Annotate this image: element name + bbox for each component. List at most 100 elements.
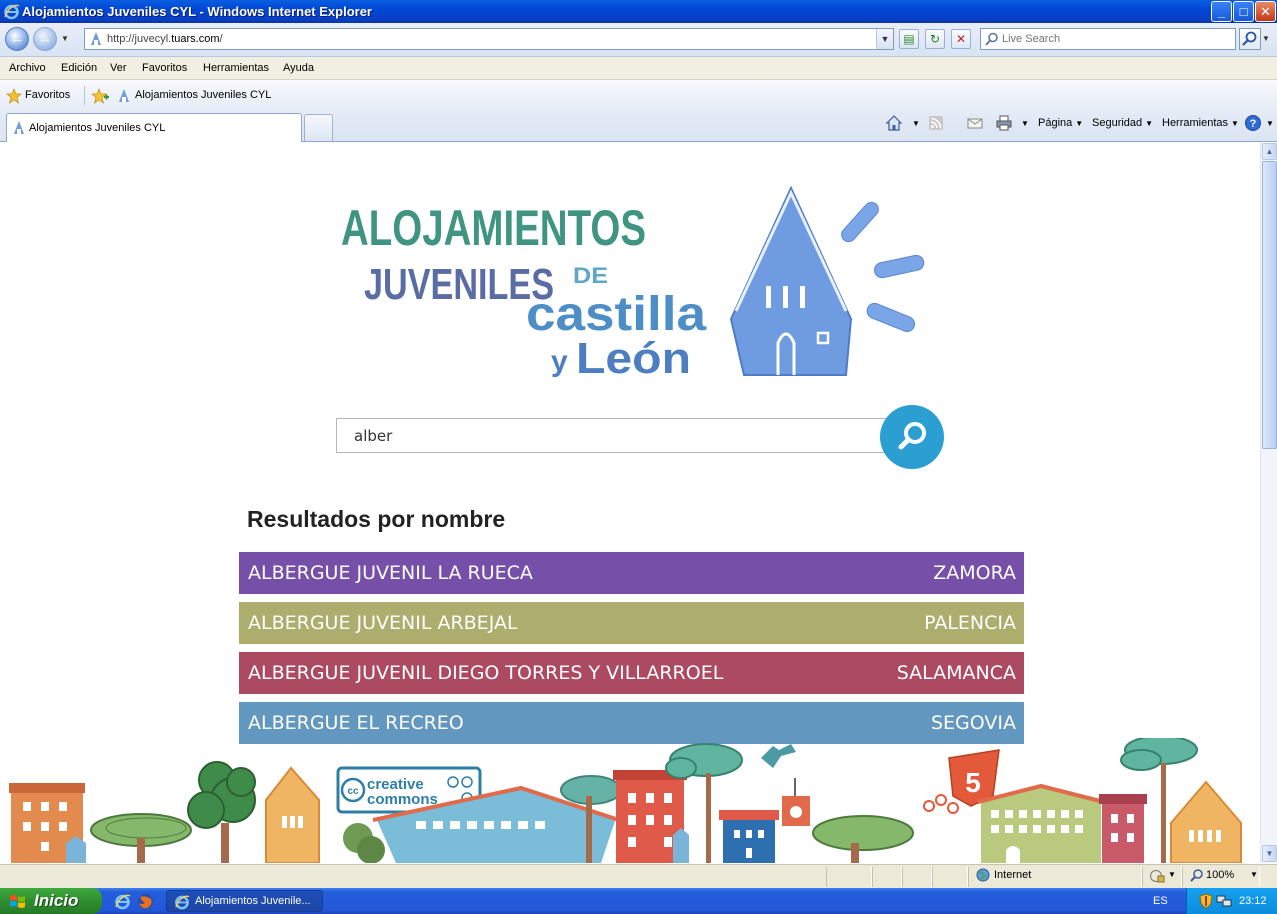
svg-text:DE: DE — [573, 263, 608, 288]
tools-menu[interactable]: Herramientas ▼ — [1162, 115, 1239, 132]
zoom-dropdown[interactable]: ▼ — [1250, 870, 1258, 879]
feeds-icon[interactable] — [927, 114, 945, 132]
menu-favoritos[interactable]: Favoritos — [142, 62, 187, 74]
compatibility-view-button[interactable]: ▤ — [899, 29, 919, 49]
security-menu[interactable]: Seguridad ▼ — [1092, 115, 1153, 132]
mail-icon[interactable] — [966, 114, 984, 132]
security-shield-icon[interactable] — [1198, 893, 1214, 909]
language-indicator[interactable]: ES — [1153, 895, 1168, 907]
ie-logo-icon — [175, 895, 190, 910]
favorites-star-icon — [6, 88, 22, 104]
window-title: Alojamientos Juveniles CYL - Windows Int… — [22, 4, 372, 19]
site-favicon-icon — [14, 121, 24, 134]
compatibility-icon: ▤ — [903, 32, 915, 46]
menu-archivo[interactable]: Archivo — [9, 62, 46, 74]
windows-flag-icon — [10, 895, 25, 908]
print-dropdown[interactable]: ▼ — [1018, 115, 1029, 132]
network-icon[interactable] — [1216, 893, 1232, 909]
taskbar-window-label: Alojamientos Juvenile... — [195, 895, 311, 907]
home-dropdown[interactable]: ▼ — [909, 115, 920, 132]
status-pane — [826, 867, 872, 887]
site-logo: ALOJAMIENTOS JUVENILES DE castilla y Leó… — [341, 185, 925, 383]
protected-mode-dropdown[interactable]: ▼ — [1168, 870, 1176, 879]
status-bar — [0, 864, 1277, 888]
menu-ver[interactable]: Ver — [110, 62, 127, 74]
menu-herramientas[interactable]: Herramientas — [203, 62, 269, 74]
result-name[interactable]: ALBERGUE EL RECREO — [248, 712, 464, 734]
result-name[interactable]: ALBERGUE JUVENIL DIEGO TORRES Y VILLARRO… — [248, 662, 723, 684]
zoom-icon — [1190, 869, 1203, 882]
close-button[interactable]: ✕ — [1255, 1, 1276, 22]
refresh-icon: ↻ — [929, 32, 941, 46]
result-name[interactable]: ALBERGUE JUVENIL ARBEJAL — [248, 612, 518, 634]
address-dropdown-button[interactable]: ▼ — [876, 29, 893, 49]
start-button[interactable]: Inicio — [0, 888, 102, 914]
back-arrow-icon: ← — [9, 30, 25, 47]
result-row[interactable]: ALBERGUE JUVENIL LA RUECA ZAMORA — [239, 552, 1024, 594]
home-icon[interactable] — [885, 114, 903, 132]
minimize-button[interactable]: _ — [1211, 1, 1232, 22]
ie-logo-icon[interactable] — [114, 893, 131, 910]
tab-alojamientos[interactable]: Alojamientos Juveniles CYL — [6, 113, 302, 142]
back-button[interactable]: ← — [5, 27, 29, 51]
maximize-button[interactable]: □ — [1233, 1, 1254, 22]
help-icon[interactable]: ? — [1244, 114, 1262, 132]
search-icon — [898, 422, 926, 450]
result-name[interactable]: ALBERGUE JUVENIL LA RUECA — [248, 562, 533, 584]
address-toolbar: ← → ▼ http://juvecyl.tuars.com/ ▼ ▤ ↻ ✕ … — [0, 23, 1277, 57]
tab-row: Alojamientos Juveniles CYL — [0, 110, 1277, 142]
scroll-thumb[interactable] — [1262, 161, 1277, 449]
protected-mode-icon[interactable] — [1149, 869, 1165, 883]
search-options-dropdown[interactable]: ▼ — [1262, 34, 1270, 43]
vertical-scrollbar[interactable]: ▲ ▼ — [1260, 143, 1277, 863]
page-menu[interactable]: Página ▼ — [1038, 115, 1083, 132]
site-search-field[interactable]: alber — [336, 418, 892, 453]
house-illustration — [729, 185, 853, 376]
menu-edicion[interactable]: Edición — [61, 62, 97, 74]
stop-icon: ✕ — [955, 32, 967, 46]
stop-button[interactable]: ✕ — [951, 29, 971, 49]
address-field[interactable]: http://juvecyl.tuars.com/ ▼ — [84, 28, 894, 50]
print-icon[interactable] — [995, 114, 1013, 132]
firefox-icon[interactable] — [137, 893, 154, 910]
ie-logo-icon — [4, 4, 20, 20]
help-dropdown[interactable]: ▼ — [1263, 115, 1274, 132]
search-go-button[interactable] — [1239, 28, 1261, 50]
refresh-button[interactable]: ↻ — [925, 29, 945, 49]
result-row[interactable]: ALBERGUE JUVENIL DIEGO TORRES Y VILLARRO… — [239, 652, 1024, 694]
security-zone-label: Internet — [994, 869, 1032, 881]
system-tray: 23:12 — [1186, 888, 1277, 914]
clock[interactable]: 23:12 — [1239, 895, 1267, 907]
live-search-input[interactable] — [1002, 31, 1232, 47]
svg-text:y: y — [551, 345, 568, 378]
window-title-bar: Alojamientos Juveniles CYL - Windows Int… — [0, 0, 1277, 23]
sun-rays — [841, 201, 925, 333]
taskbar-window-ie[interactable]: Alojamientos Juvenile... — [166, 890, 323, 912]
search-icon — [1242, 31, 1257, 46]
scroll-down-button[interactable]: ▼ — [1262, 845, 1277, 862]
result-province: ZAMORA — [933, 562, 1016, 584]
address-url[interactable]: http://juvecyl.tuars.com/ — [107, 33, 223, 45]
menu-bar: Archivo Edición Ver Favoritos Herramient… — [0, 57, 1277, 80]
menu-ayuda[interactable]: Ayuda — [283, 62, 314, 74]
svg-text:?: ? — [1250, 118, 1257, 130]
site-favicon-icon — [91, 32, 101, 45]
recent-pages-dropdown[interactable]: ▼ — [61, 34, 71, 44]
forward-button[interactable]: → — [33, 27, 57, 51]
result-province: PALENCIA — [924, 612, 1016, 634]
results-heading: Resultados por nombre — [247, 506, 506, 532]
favorites-button[interactable]: Favoritos — [25, 89, 70, 101]
svg-text:5: 5 — [965, 767, 981, 798]
add-favorites-icon[interactable] — [91, 88, 109, 104]
result-province: SALAMANCA — [896, 662, 1016, 684]
favorite-link-alojamientos[interactable]: Alojamientos Juveniles CYL — [135, 89, 271, 101]
site-search-value[interactable]: alber — [354, 427, 392, 445]
site-search-button[interactable] — [880, 405, 944, 469]
zoom-level[interactable]: 100% — [1206, 869, 1234, 881]
search-icon — [985, 32, 998, 46]
new-tab-button[interactable] — [304, 114, 333, 141]
scroll-up-button[interactable]: ▲ — [1262, 143, 1277, 160]
favorites-bar: Favoritos Alojamientos Juveniles CYL — [0, 81, 1277, 110]
result-row[interactable]: ALBERGUE JUVENIL ARBEJAL PALENCIA — [239, 602, 1024, 644]
live-search-field[interactable] — [980, 28, 1236, 50]
